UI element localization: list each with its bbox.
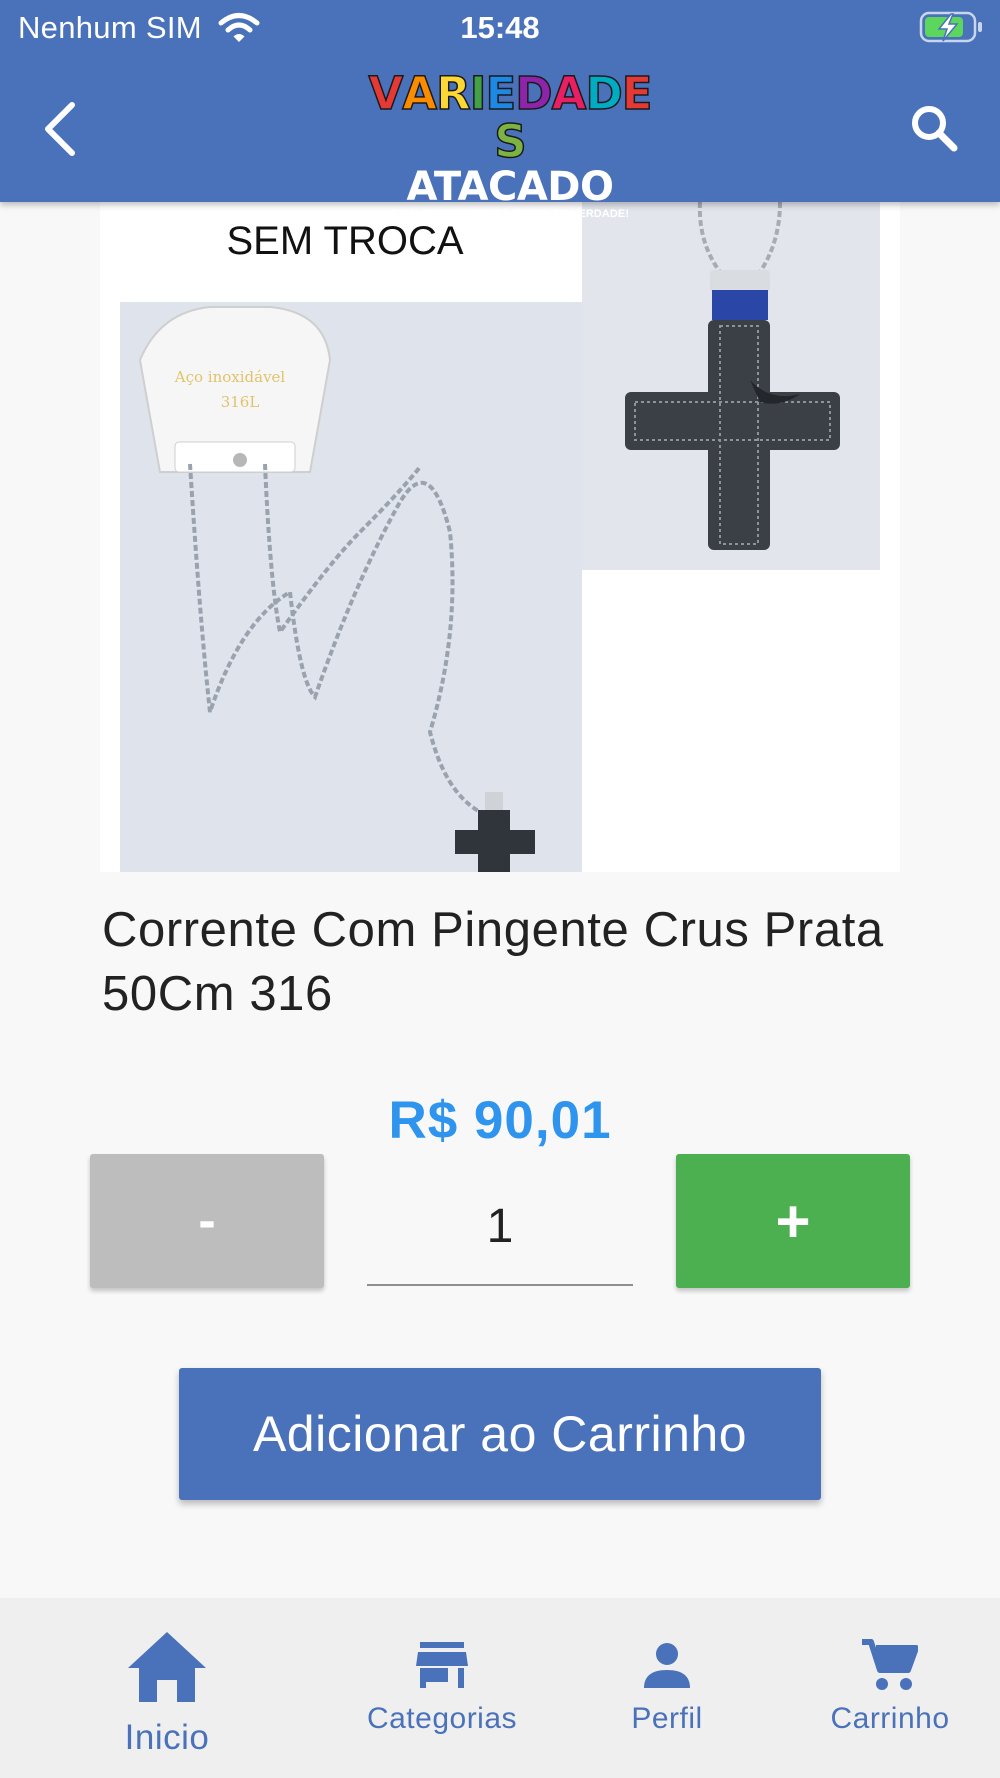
search-icon <box>912 106 958 152</box>
logo-letter: V <box>368 67 404 120</box>
logo-letter: D <box>514 67 553 120</box>
logo-letter: E <box>621 67 653 120</box>
nav-label-perfil: Perfil <box>631 1702 703 1735</box>
product-price: R$ 90,01 <box>388 1091 612 1150</box>
product-name: Corrente Com Pingente Crus Prata 50Cm 31… <box>102 903 884 1021</box>
nav-item-inicio[interactable]: Inicio <box>92 1598 242 1778</box>
nav-item-carrinho[interactable]: Carrinho <box>815 1598 965 1778</box>
image-caption: SEM TROCA <box>226 219 463 263</box>
logo-tagline: QUALIDADE E PREÇO BAIXO DE VERDADE! <box>390 208 630 220</box>
nav-label-inicio: Inicio <box>124 1718 210 1757</box>
battery-charging-icon <box>919 11 985 48</box>
decrease-quantity-button[interactable]: - <box>90 1154 324 1288</box>
app-bar: Nenhum SIM 15:48 VARIEDADES ATACADO QUAL… <box>0 0 1000 220</box>
bottom-navigation: Inicio Categorias Perfil Carrinho <box>0 1598 1000 1778</box>
product-image: SEM TROCA Aço inoxidável 316L <box>100 202 900 872</box>
add-to-cart-button[interactable]: Adicionar ao Carrinho <box>179 1368 821 1500</box>
logo-letter: I <box>469 67 487 120</box>
logo-letter: D <box>585 67 624 120</box>
logo-letter: S <box>494 115 528 168</box>
nav-label-categorias: Categorias <box>366 1702 518 1735</box>
logo-letter: E <box>485 67 517 120</box>
store-logo: VARIEDADES ATACADO QUALIDADE E PREÇO BAI… <box>360 67 660 220</box>
logo-letter: A <box>402 67 438 120</box>
status-bar: Nenhum SIM 15:48 <box>0 0 1000 56</box>
store-icon <box>416 1642 468 1688</box>
logo-atacado: ATACADO <box>406 164 614 210</box>
logo-variedades: VARIEDADES <box>360 67 660 168</box>
search-button[interactable] <box>902 96 966 160</box>
cart-icon <box>862 1639 918 1690</box>
svg-text:316L: 316L <box>221 393 260 411</box>
home-icon <box>128 1632 206 1702</box>
logo-letter: R <box>435 67 471 120</box>
chevron-left-icon <box>45 102 75 156</box>
quantity-input[interactable] <box>367 1168 633 1286</box>
increase-quantity-button[interactable]: + <box>676 1154 910 1288</box>
back-button[interactable] <box>30 94 90 164</box>
nav-item-perfil[interactable]: Perfil <box>602 1598 732 1778</box>
nav-label-carrinho: Carrinho <box>830 1702 950 1735</box>
person-icon <box>644 1643 690 1688</box>
nav-item-categorias[interactable]: Categorias <box>352 1598 532 1778</box>
logo-letter: A <box>551 67 587 120</box>
svg-text:Aço inoxidável: Aço inoxidável <box>174 368 286 386</box>
status-time: 15:48 <box>460 10 540 45</box>
